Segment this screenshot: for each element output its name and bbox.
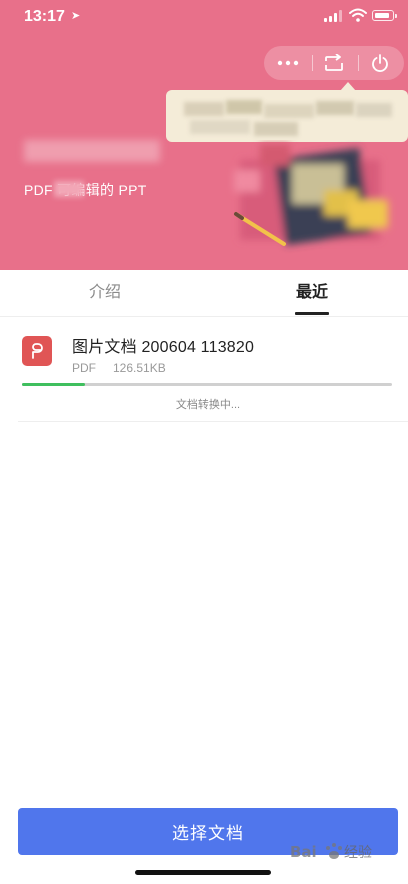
hero-banner: 13:17 ➤ PDF 可编辑的 PPT (0, 0, 408, 270)
cellular-signal-icon (324, 10, 342, 22)
ppt-illustration (234, 144, 388, 246)
hero-title-redacted (24, 140, 160, 162)
tooltip-bubble-redacted (166, 90, 408, 142)
wifi-icon (349, 8, 367, 22)
more-icon (277, 60, 299, 66)
recent-file-item[interactable]: 图片文档 200604 113820 PDF 126.51KB 文档转换中... (0, 317, 408, 423)
subtitle-redaction (54, 181, 84, 197)
tab-recent[interactable]: 最近 (252, 270, 372, 316)
file-size: 126.51KB (113, 361, 166, 375)
pdf-glyph-icon (32, 343, 43, 359)
active-tab-indicator (295, 312, 329, 315)
status-time: 13:17 (24, 8, 65, 25)
tab-bar: 介绍 最近 (0, 270, 408, 317)
home-indicator (135, 870, 271, 875)
hero-subtitle: PDF 可编辑的 PPT (24, 182, 147, 198)
header-action-capsule (264, 46, 404, 80)
power-button[interactable] (357, 46, 403, 80)
svg-text:Bai: Bai (290, 843, 317, 861)
more-button[interactable] (265, 46, 311, 80)
status-bar: 13:17 ➤ (0, 0, 408, 36)
watermark-text: 经验 (344, 845, 372, 861)
file-name: 图片文档 200604 113820 (72, 339, 255, 356)
power-icon (372, 54, 388, 72)
baidu-paw-logo: Bai (290, 843, 342, 861)
conversion-progress-bar (22, 383, 392, 386)
location-icon: ➤ (71, 10, 81, 22)
battery-icon (372, 10, 397, 21)
share-icon (325, 54, 343, 71)
pdf-file-icon (22, 336, 52, 366)
file-type: PDF (72, 361, 96, 375)
baidu-watermark: Bai 经验 (290, 838, 402, 868)
share-button[interactable] (311, 46, 357, 80)
tab-intro[interactable]: 介绍 (45, 270, 165, 316)
list-divider (18, 421, 408, 422)
conversion-progress-fill (22, 383, 85, 386)
conversion-status: 文档转换中... (175, 399, 241, 411)
